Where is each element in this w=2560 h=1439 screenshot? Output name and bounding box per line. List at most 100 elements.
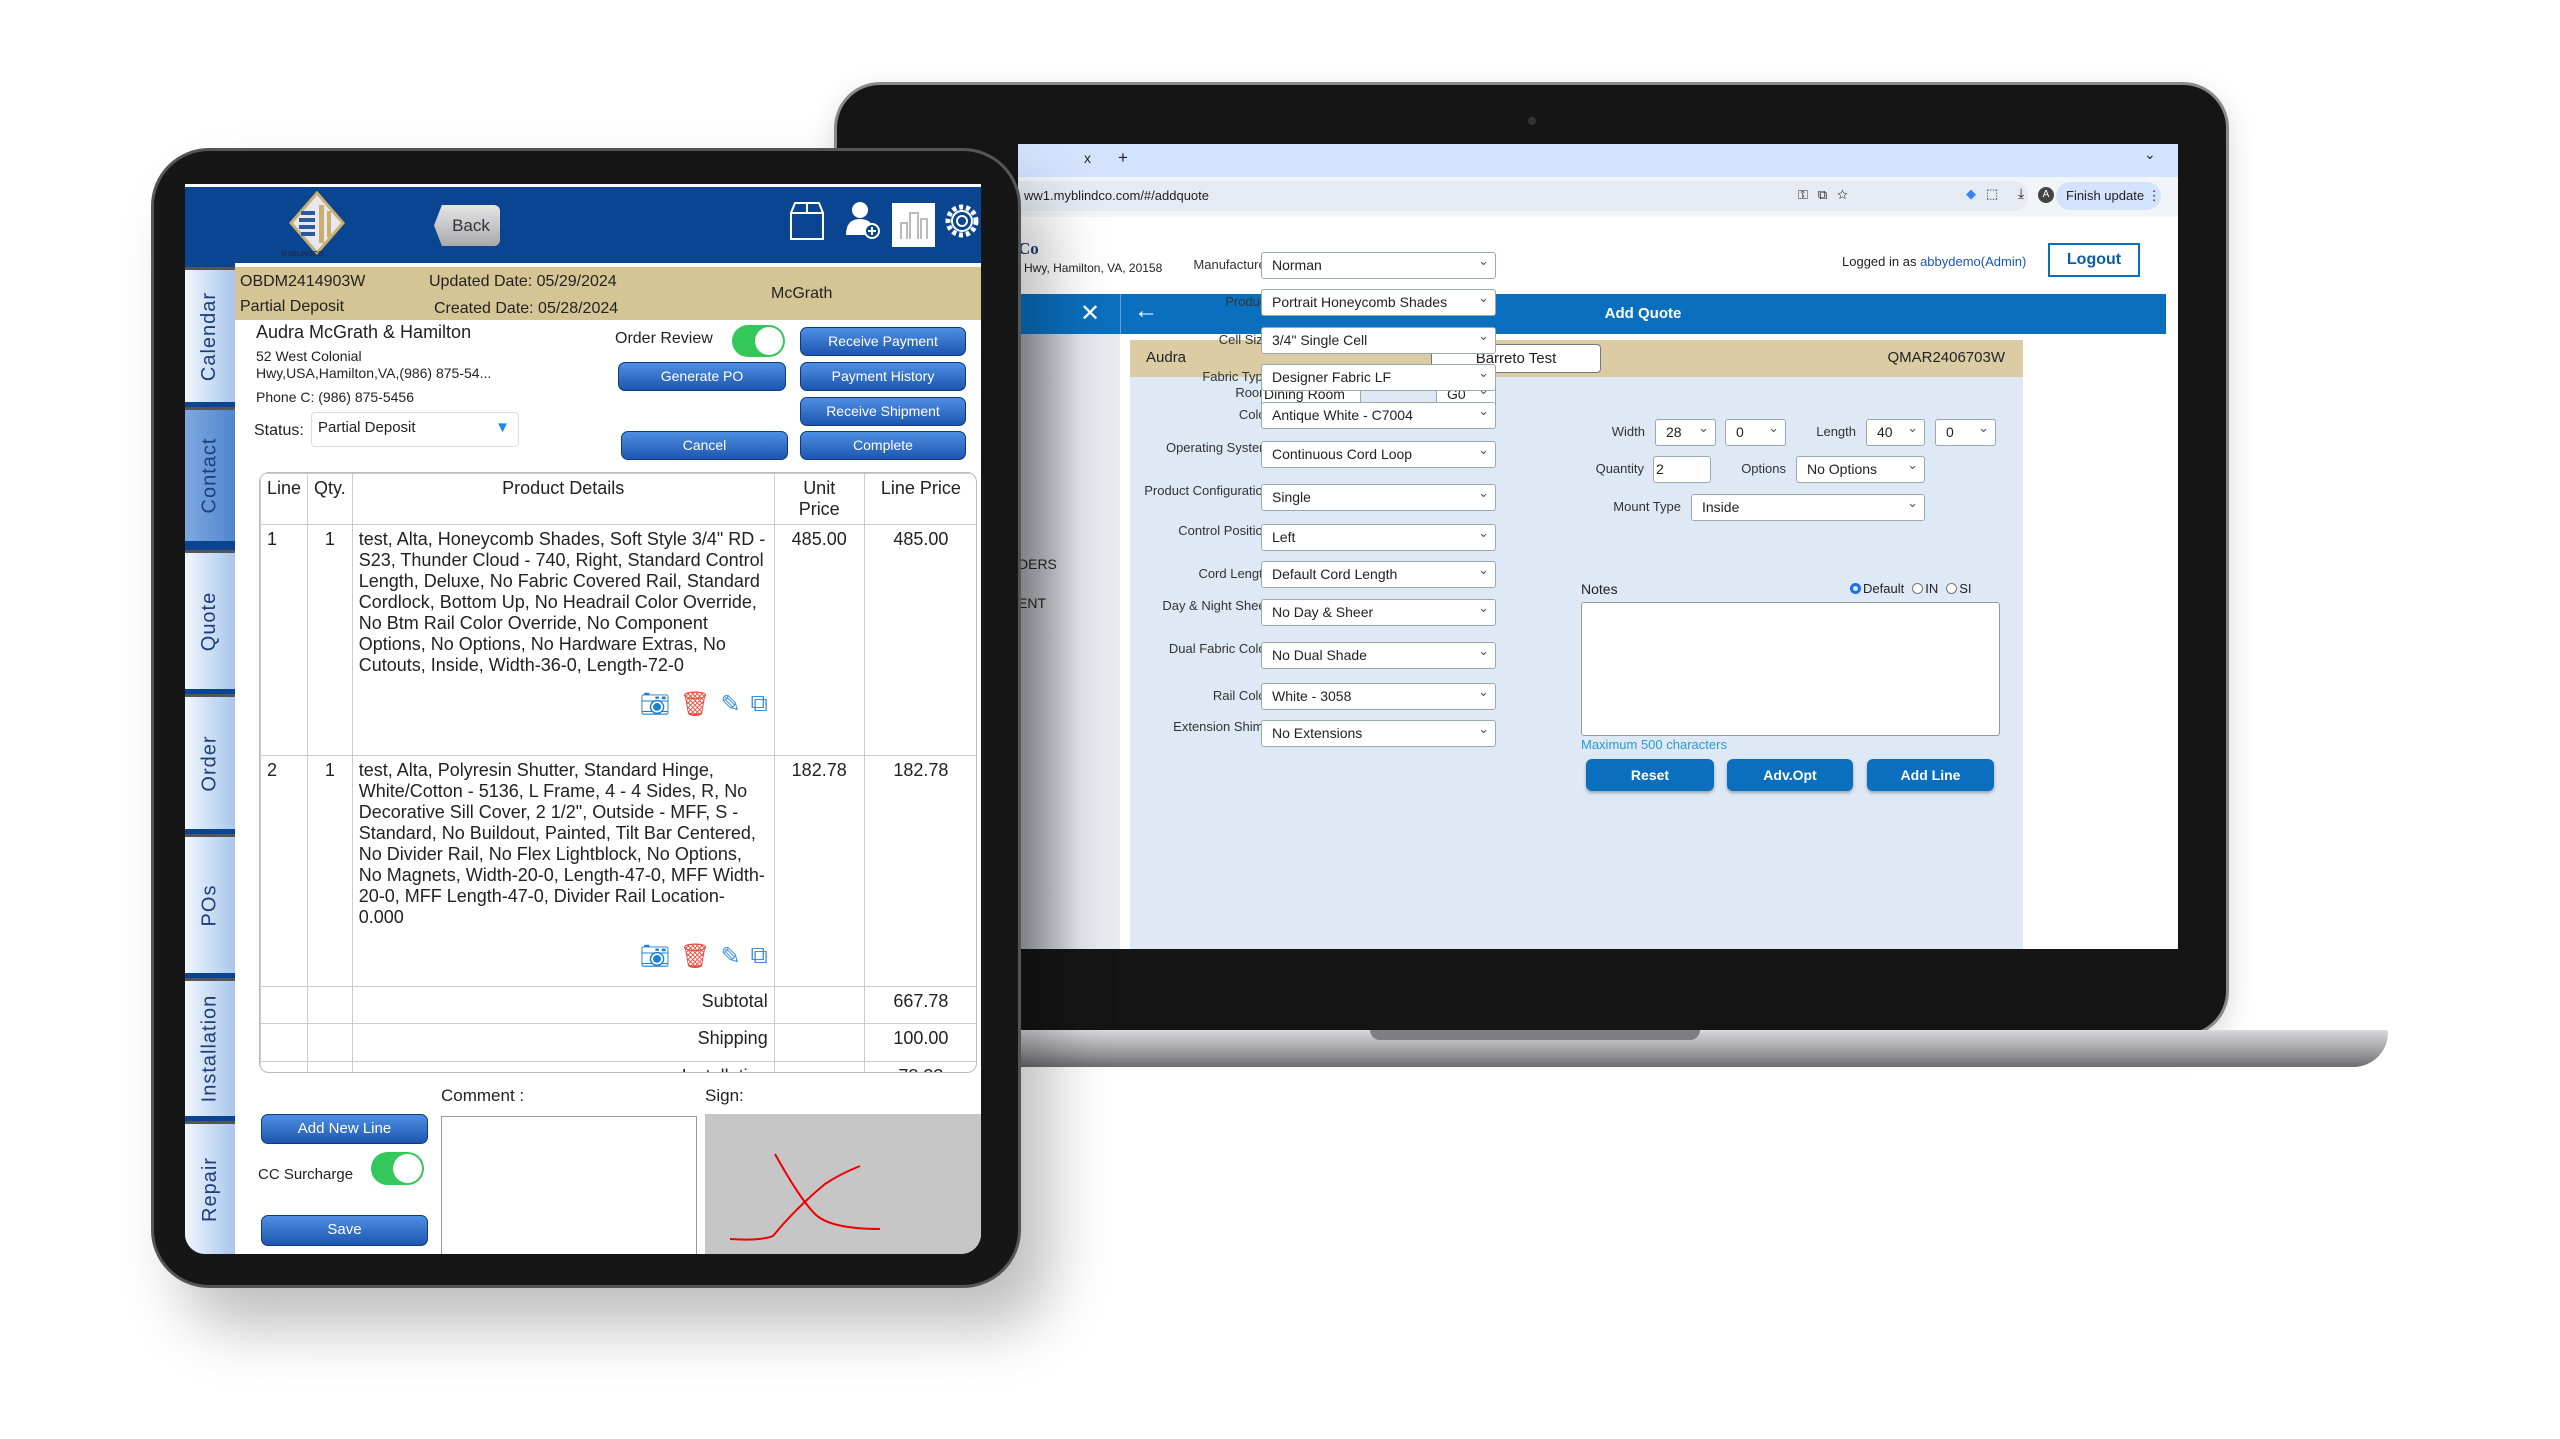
sidebar-tab-installation[interactable]: Installation xyxy=(185,978,235,1116)
nav-item-orders[interactable]: DERS xyxy=(1018,556,1057,572)
myblindco-logo xyxy=(289,191,345,256)
mount-type-select[interactable]: Inside xyxy=(1691,490,1925,521)
subtotal-label: Subtotal xyxy=(351,986,775,1024)
sign-label: Sign: xyxy=(705,1086,744,1105)
dual-fabric-color-select[interactable]: No Dual Shade xyxy=(1261,638,1496,669)
fabric-type-select[interactable]: Designer Fabric LF xyxy=(1261,360,1496,391)
row-actions: 📷︎ 🗑︎ ✎ ⧉ xyxy=(359,942,768,971)
cell-size-select[interactable]: 3/4" Single Cell xyxy=(1261,323,1496,354)
profile-avatar[interactable]: A xyxy=(2038,187,2054,203)
manufacturer-select[interactable]: Norman xyxy=(1261,248,1496,279)
sidebar-tab-contact[interactable]: Contact xyxy=(185,407,235,541)
tablet-sidebar: Calendar Contact Quote Order POs Installation… xyxy=(185,263,235,1254)
installation-value: 78.33 xyxy=(863,1061,976,1072)
back-button[interactable]: Back xyxy=(434,205,500,246)
day-night-sheer-select[interactable]: No Day & Sheer xyxy=(1261,595,1496,626)
camera-icon[interactable]: 📷︎ xyxy=(640,942,670,971)
trash-icon[interactable]: 🗑︎ xyxy=(680,690,710,719)
notes-textarea[interactable] xyxy=(1581,602,2000,736)
table-row[interactable]: 1 1 test, Alta, Honeycomb Shades, Soft S… xyxy=(260,524,976,756)
generate-po-button[interactable]: Generate PO xyxy=(618,362,786,391)
edit-icon[interactable]: ✎ xyxy=(720,690,740,719)
add-line-button[interactable]: Add Line xyxy=(1867,759,1994,791)
download-icon[interactable]: ⤓ xyxy=(2018,185,2024,202)
cord-length-select[interactable]: Default Cord Length xyxy=(1261,557,1496,588)
product-configuration-select[interactable]: Single xyxy=(1261,480,1496,511)
sidebar-tab-repair[interactable]: Repair xyxy=(185,1121,235,1254)
unit-radio-si[interactable]: SI xyxy=(1946,581,1972,596)
payment-history-button[interactable]: Payment History xyxy=(800,362,966,391)
created-date: Created Date: 05/28/2024 xyxy=(434,300,619,317)
line-number: 1 xyxy=(260,524,309,756)
sidebar-tab-order[interactable]: Order xyxy=(185,694,235,829)
receive-payment-button[interactable]: Receive Payment xyxy=(800,327,966,356)
signature-pad[interactable] xyxy=(705,1114,981,1254)
product-configuration-label: Product Configuration xyxy=(1144,483,1270,498)
comment-textarea[interactable] xyxy=(441,1116,697,1254)
shipping-label: Shipping xyxy=(351,1023,775,1062)
order-review-toggle[interactable] xyxy=(732,325,785,357)
operating-system-select[interactable]: Continuous Cord Loop xyxy=(1261,437,1496,468)
browser-tab-bar: x + ⌄ xyxy=(1018,144,2178,177)
add-new-line-button[interactable]: Add New Line xyxy=(261,1114,428,1144)
extension-shims-select[interactable]: No Extensions xyxy=(1261,716,1496,747)
tablet-screen: MYBLINDCO Back Calendar Contact Quote Order… xyxy=(185,184,981,1254)
sidebar-tab-label: Repair xyxy=(198,1156,221,1222)
unit-radio-in[interactable]: IN xyxy=(1912,581,1938,596)
receive-shipment-button[interactable]: Receive Shipment xyxy=(800,397,966,426)
line-price: 182.78 xyxy=(863,755,976,987)
color-select[interactable]: Antique White - C7004 xyxy=(1261,398,1496,429)
length-select[interactable]: 40 xyxy=(1866,415,1925,446)
trash-icon[interactable]: 🗑︎ xyxy=(680,942,710,971)
camera-icon[interactable]: 📷︎ xyxy=(640,690,670,719)
table-header-row: Line Qty. Product Details Unit Price Lin… xyxy=(260,473,976,525)
close-icon[interactable]: ✕ xyxy=(1080,299,1100,328)
product-details: test, Alta, Polyresin Shutter, Standard … xyxy=(351,755,775,987)
status-select[interactable]: Partial Deposit ▼ xyxy=(311,412,519,447)
box-icon[interactable] xyxy=(789,201,825,241)
reset-button[interactable]: Reset xyxy=(1586,759,1714,791)
settings-icon[interactable] xyxy=(944,200,980,242)
user-name[interactable]: abbydemo(Admin) xyxy=(1920,254,2026,269)
extensions-icon[interactable]: ⬚ xyxy=(1986,186,1998,202)
copy-icon[interactable]: ⧉ xyxy=(751,942,768,971)
tab-close-icon[interactable]: x xyxy=(1084,150,1091,166)
table-row[interactable]: 2 1 test, Alta, Polyresin Shutter, Stand… xyxy=(260,755,976,987)
tab-list-button[interactable]: ⌄ xyxy=(2144,146,2156,163)
unit-radio-label: IN xyxy=(1925,581,1939,596)
sidebar-tab-pos[interactable]: POs xyxy=(185,834,235,973)
finish-update-button[interactable]: Finish update ⋮ xyxy=(2056,182,2161,210)
unit-radio-default[interactable]: Default xyxy=(1850,581,1904,596)
complete-button[interactable]: Complete xyxy=(800,431,966,460)
customer-last-name: McGrath xyxy=(771,285,833,302)
options-select[interactable]: No Options xyxy=(1796,452,1925,483)
extension-icon[interactable]: ◆ xyxy=(1966,186,1976,202)
report-icon[interactable] xyxy=(892,203,935,247)
product-select[interactable]: Portrait Honeycomb Shades xyxy=(1261,285,1496,316)
logout-button[interactable]: Logout xyxy=(2048,243,2140,277)
nav-item-equipment[interactable]: ENT xyxy=(1018,595,1046,611)
cancel-button[interactable]: Cancel xyxy=(621,431,788,460)
logged-in-text: Logged in as abbydemo(Admin) xyxy=(1842,254,2026,269)
new-tab-button[interactable]: + xyxy=(1118,148,1128,168)
length-fraction-select[interactable]: 0 xyxy=(1935,415,1996,446)
width-select[interactable]: 28 xyxy=(1655,415,1716,446)
quantity: 1 xyxy=(307,524,353,756)
sidebar-tab-quote[interactable]: Quote xyxy=(185,550,235,689)
add-user-icon[interactable] xyxy=(844,199,880,239)
copy-icon[interactable]: ⧉ xyxy=(751,690,768,719)
rail-color-select[interactable]: White - 3058 xyxy=(1261,679,1496,710)
laptop-camera xyxy=(1528,117,1536,125)
url-text[interactable]: ww1.myblindco.com/#/addquote xyxy=(1024,188,1209,203)
address-field[interactable]: ww1.myblindco.com/#/addquote ⚿⧉☆ xyxy=(1018,181,2028,211)
edit-icon[interactable]: ✎ xyxy=(720,942,740,971)
address-bar-icons[interactable]: ⚿⧉☆ xyxy=(1798,187,1858,203)
cc-surcharge-toggle[interactable] xyxy=(371,1152,424,1185)
customer-first-name: Audra xyxy=(1146,349,1187,366)
unit-radio-group: Default IN SI xyxy=(1850,581,1972,596)
sidebar-tab-calendar[interactable]: Calendar xyxy=(185,267,235,402)
save-button[interactable]: Save xyxy=(261,1215,428,1246)
order-review-label: Order Review xyxy=(615,330,713,347)
control-position-select[interactable]: Left xyxy=(1261,520,1496,551)
advanced-options-button[interactable]: Adv.Opt xyxy=(1727,759,1853,791)
